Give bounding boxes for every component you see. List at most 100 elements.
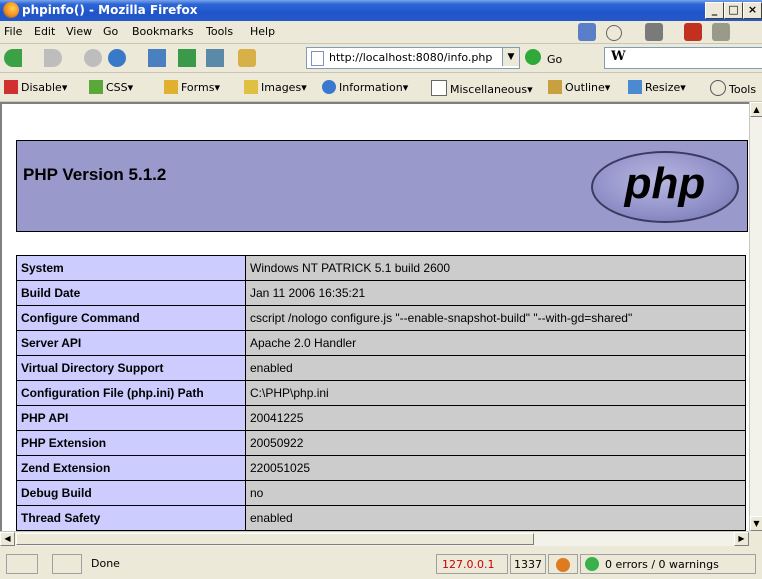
home-icon[interactable]: [238, 49, 256, 67]
print-icon[interactable]: [645, 23, 663, 41]
dev-images[interactable]: Images▾: [244, 80, 307, 94]
status-port-box: 1337: [510, 554, 546, 574]
menu-file[interactable]: File: [4, 25, 22, 38]
horizontal-scrollbar[interactable]: ◀ ▶: [0, 531, 749, 546]
dev-css[interactable]: CSS▾: [89, 80, 133, 94]
table-row: System Windows NT PATRICK 5.1 build 2600: [16, 255, 746, 281]
forward-icon[interactable]: [44, 49, 62, 67]
php-logo[interactable]: php: [591, 151, 739, 223]
menu-help[interactable]: Help: [250, 25, 275, 38]
scroll-down-icon[interactable]: ▼: [750, 516, 762, 531]
table-row: Zend Extension 220051025: [16, 455, 746, 481]
scroll-right-icon[interactable]: ▶: [734, 532, 749, 546]
row-key: Configuration File (php.ini) Path: [16, 380, 246, 406]
disable-icon: [4, 80, 18, 94]
bookmarks-icon[interactable]: [578, 23, 596, 41]
reload-icon[interactable]: [108, 49, 126, 67]
status-port: 1337: [514, 558, 542, 571]
row-value: enabled: [245, 505, 746, 531]
table-row: Configuration File (php.ini) Path C:\PHP\…: [16, 380, 746, 406]
status-text-box: Done: [86, 554, 434, 574]
menu-view[interactable]: View: [66, 25, 92, 38]
maximize-button[interactable]: □: [724, 2, 743, 19]
dev-resize[interactable]: Resize▾: [628, 80, 686, 94]
table-row: Thread Safety enabled: [16, 505, 746, 531]
minimize-button[interactable]: _: [705, 2, 724, 19]
dev-outline[interactable]: Outline▾: [548, 80, 610, 94]
tools-icon: [710, 80, 726, 96]
firefox-status-icon[interactable]: [548, 554, 578, 574]
dev-information[interactable]: Information▾: [322, 80, 408, 94]
go-button[interactable]: Go: [547, 53, 562, 66]
url-bar[interactable]: http://localhost:8080/info.php ▼: [306, 47, 520, 69]
history-icon[interactable]: [606, 25, 622, 41]
new-tab-icon[interactable]: [178, 49, 196, 67]
settings-icon[interactable]: [712, 23, 730, 41]
developer-toolbar: Disable▾ CSS▾ Forms▾ Images▾ Information…: [0, 73, 762, 102]
dev-miscellaneous[interactable]: Miscellaneous▾: [431, 80, 533, 96]
addon-icon[interactable]: [684, 23, 702, 41]
table-row: Build Date Jan 11 2006 16:35:21: [16, 280, 746, 306]
miscellaneous-icon: [431, 80, 447, 96]
row-key: PHP Extension: [16, 430, 246, 456]
status-text: Done: [91, 557, 120, 570]
menu-bookmarks[interactable]: Bookmarks: [132, 25, 193, 38]
navigation-toolbar: http://localhost:8080/info.php ▼ Go W: [0, 44, 762, 73]
back-icon[interactable]: [4, 49, 22, 67]
go-icon[interactable]: [525, 49, 541, 65]
search-box[interactable]: W: [604, 47, 762, 69]
dev-forms[interactable]: Forms▾: [164, 80, 220, 94]
scroll-up-icon[interactable]: ▲: [750, 102, 762, 117]
row-value: Jan 11 2006 16:35:21: [245, 280, 746, 306]
menu-go[interactable]: Go: [103, 25, 118, 38]
row-key: Debug Build: [16, 480, 246, 506]
status-ip-box: 127.0.0.1: [436, 554, 508, 574]
page-content: PHP Version 5.1.2 php System Windows NT P…: [0, 102, 749, 531]
row-value: cscript /nologo configure.js "--enable-s…: [245, 305, 746, 331]
row-value: 20050922: [245, 430, 746, 456]
window-title-bar: phpinfo() - Mozilla Firefox _ □ ×: [0, 0, 762, 21]
firefox-icon: [3, 2, 19, 18]
screen-icon[interactable]: [148, 49, 166, 67]
dev-tools[interactable]: Tools: [710, 80, 756, 96]
check-icon: [585, 557, 599, 571]
row-value: Apache 2.0 Handler: [245, 330, 746, 356]
window-title: phpinfo() - Mozilla Firefox: [22, 3, 198, 17]
validator-status[interactable]: 0 errors / 0 warnings: [580, 554, 756, 574]
url-dropdown-icon[interactable]: ▼: [502, 48, 519, 66]
close-button[interactable]: ×: [743, 2, 762, 19]
status-cursor-icon[interactable]: [52, 554, 82, 574]
image-icon[interactable]: [206, 49, 224, 67]
scroll-left-icon[interactable]: ◀: [0, 532, 15, 546]
stop-icon[interactable]: [84, 49, 102, 67]
information-icon: [322, 80, 336, 94]
vertical-scrollbar[interactable]: ▲ ▼: [749, 102, 762, 531]
resize-icon: [628, 80, 642, 94]
row-key: Configure Command: [16, 305, 246, 331]
table-row: PHP Extension 20050922: [16, 430, 746, 456]
errors-text: 0 errors / 0 warnings: [605, 558, 719, 571]
row-value: no: [245, 480, 746, 506]
row-key: Thread Safety: [16, 505, 246, 531]
row-value: C:\PHP\php.ini: [245, 380, 746, 406]
row-value: 20041225: [245, 405, 746, 431]
table-row: PHP API 20041225: [16, 405, 746, 431]
url-text: http://localhost:8080/info.php: [329, 51, 493, 64]
row-key: Server API: [16, 330, 246, 356]
dev-disable[interactable]: Disable▾: [4, 80, 67, 94]
status-panel-icon[interactable]: [6, 554, 38, 574]
row-key: Virtual Directory Support: [16, 355, 246, 381]
menu-edit[interactable]: Edit: [34, 25, 55, 38]
row-key: Zend Extension: [16, 455, 246, 481]
table-row: Server API Apache 2.0 Handler: [16, 330, 746, 356]
menu-tools[interactable]: Tools: [206, 25, 233, 38]
php-version-title: PHP Version 5.1.2: [23, 165, 167, 184]
phpinfo-table: System Windows NT PATRICK 5.1 build 2600 B…: [16, 255, 746, 531]
images-icon: [244, 80, 258, 94]
status-bar: Done 127.0.0.1 1337 0 errors / 0 warning…: [0, 546, 762, 579]
css-icon: [89, 80, 103, 94]
horizontal-scroll-thumb[interactable]: [16, 533, 534, 545]
page-icon: [311, 51, 324, 66]
row-key: Build Date: [16, 280, 246, 306]
row-key: PHP API: [16, 405, 246, 431]
